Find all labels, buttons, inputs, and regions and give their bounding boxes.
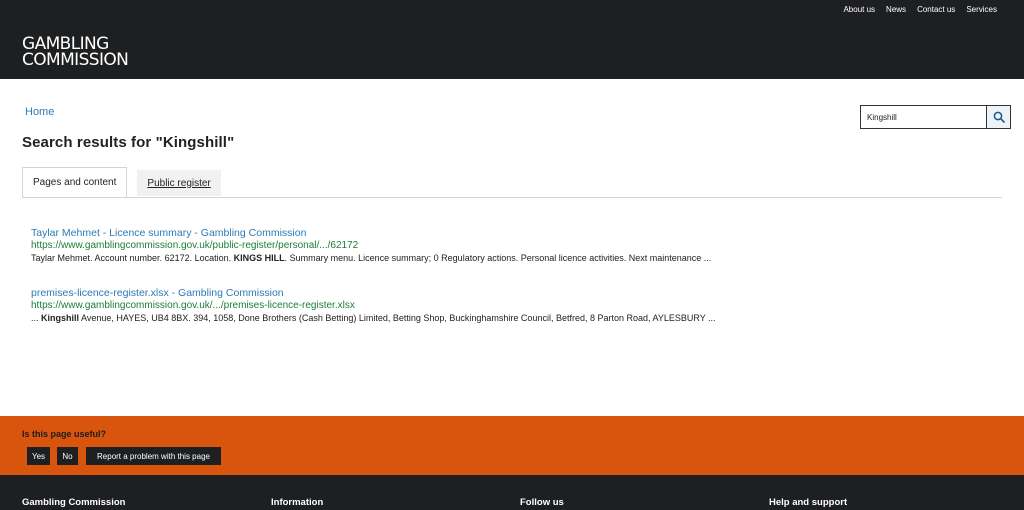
footer-heading-information: Information bbox=[271, 497, 324, 508]
search-button[interactable] bbox=[986, 106, 1010, 128]
tab-divider bbox=[22, 197, 1002, 198]
search-form bbox=[860, 105, 1011, 129]
result-title[interactable]: Taylar Mehmet - Licence summary - Gambli… bbox=[31, 227, 1001, 240]
nav-services[interactable]: Services bbox=[966, 5, 997, 14]
snippet-text: ... bbox=[31, 313, 42, 323]
search-input[interactable] bbox=[861, 106, 987, 128]
footer-heading-gambling-commission: Gambling Commission bbox=[22, 497, 126, 508]
nav-contact-us[interactable]: Contact us bbox=[917, 5, 955, 14]
logo-line-2: COMMISSION bbox=[22, 50, 129, 70]
search-result: Taylar Mehmet - Licence summary - Gambli… bbox=[31, 227, 1001, 265]
nav-news[interactable]: News bbox=[886, 5, 906, 14]
site-footer: Gambling Commission Information Follow u… bbox=[0, 475, 1024, 510]
feedback-no-button[interactable]: No bbox=[57, 447, 78, 465]
result-snippet: Taylar Mehmet. Account number. 62172. Lo… bbox=[31, 252, 1001, 265]
result-snippet: ... Kingshill Avenue, HAYES, UB4 8BX. 39… bbox=[31, 312, 1001, 325]
top-nav: About us News Contact us Services bbox=[843, 5, 997, 14]
tab-pages-and-content[interactable]: Pages and content bbox=[22, 167, 128, 198]
report-problem-button[interactable]: Report a problem with this page bbox=[86, 447, 221, 465]
feedback-banner: Is this page useful? Yes No Report a pro… bbox=[0, 416, 1024, 475]
results-tabs: Pages and content Public register bbox=[22, 167, 221, 198]
tab-public-register[interactable]: Public register bbox=[137, 170, 221, 196]
nav-about-us[interactable]: About us bbox=[843, 5, 875, 14]
snippet-text: . Summary menu. Licence summary; 0 Regul… bbox=[284, 253, 712, 263]
snippet-text: Avenue, HAYES, UB4 8BX. 394, 1058, Done … bbox=[79, 313, 716, 323]
breadcrumb-home[interactable]: Home bbox=[25, 106, 54, 118]
footer-heading-follow-us: Follow us bbox=[520, 497, 564, 508]
search-result: premises-licence-register.xlsx - Gamblin… bbox=[31, 287, 1001, 325]
result-url: https://www.gamblingcommission.gov.uk/..… bbox=[31, 300, 355, 311]
result-title[interactable]: premises-licence-register.xlsx - Gamblin… bbox=[31, 287, 1001, 300]
feedback-question: Is this page useful? bbox=[22, 429, 107, 439]
snippet-highlight: KINGS HILL bbox=[233, 253, 285, 263]
footer-heading-help-and-support: Help and support bbox=[769, 497, 848, 508]
result-url: https://www.gamblingcommission.gov.uk/pu… bbox=[31, 240, 359, 251]
site-logo[interactable]: GAMBLING COMMISSION bbox=[22, 36, 129, 70]
snippet-highlight: Kingshill bbox=[41, 313, 80, 323]
site-header: About us News Contact us Services GAMBLI… bbox=[0, 0, 1024, 79]
search-icon bbox=[993, 111, 1005, 123]
feedback-yes-button[interactable]: Yes bbox=[27, 447, 50, 465]
snippet-text: Taylar Mehmet. Account number. 62172. Lo… bbox=[31, 253, 234, 263]
page-title: Search results for "Kingshill" bbox=[22, 134, 235, 151]
